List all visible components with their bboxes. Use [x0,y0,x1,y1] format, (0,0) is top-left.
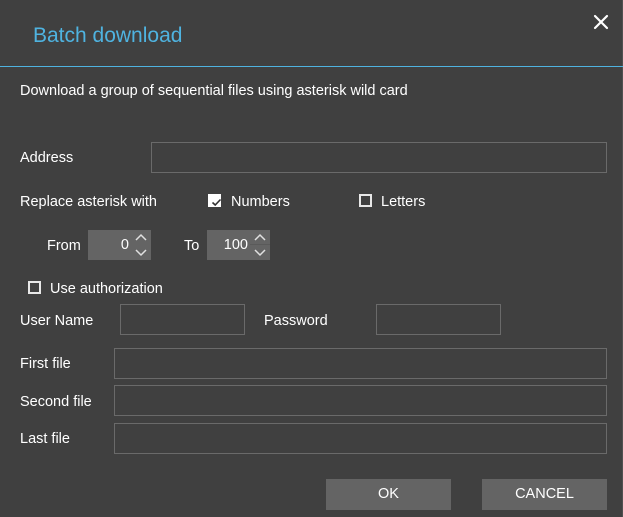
last-file-label: Last file [20,431,70,447]
to-decrement-icon[interactable] [252,245,268,259]
letters-label[interactable]: Letters [381,194,425,210]
to-value[interactable]: 100 [224,237,248,253]
dialog-title: Batch download [33,24,183,47]
password-input[interactable] [376,304,501,335]
username-label: User Name [20,313,94,329]
cancel-button[interactable]: CANCEL [482,479,607,510]
use-authorization-label[interactable]: Use authorization [50,281,163,297]
numbers-checkbox[interactable] [208,194,222,207]
second-file-label: Second file [20,394,92,410]
ok-button[interactable]: OK [326,479,451,510]
close-icon[interactable] [591,12,611,32]
numbers-label[interactable]: Numbers [231,194,290,210]
title-divider [0,66,623,67]
from-increment-icon[interactable] [133,231,149,245]
from-decrement-icon[interactable] [133,245,149,259]
first-file-label: First file [20,356,71,372]
second-file-input[interactable] [114,385,607,416]
from-spinner[interactable]: 0 [88,230,151,260]
use-authorization-checkbox[interactable] [28,281,41,294]
address-input[interactable] [151,142,607,173]
username-input[interactable] [120,304,245,335]
check-icon [211,198,222,207]
to-spinner[interactable]: 100 [207,230,270,260]
batch-download-dialog: Batch download Download a group of seque… [0,0,623,517]
to-label: To [184,238,200,254]
from-label: From [47,238,81,254]
last-file-input[interactable] [114,423,607,454]
address-label: Address [20,150,74,166]
from-value[interactable]: 0 [121,237,129,253]
first-file-input[interactable] [114,348,607,379]
dialog-description: Download a group of sequential files usi… [20,83,408,99]
password-label: Password [264,313,328,329]
to-increment-icon[interactable] [252,231,268,245]
replace-asterisk-label: Replace asterisk with [20,194,157,210]
letters-checkbox[interactable] [359,194,372,207]
